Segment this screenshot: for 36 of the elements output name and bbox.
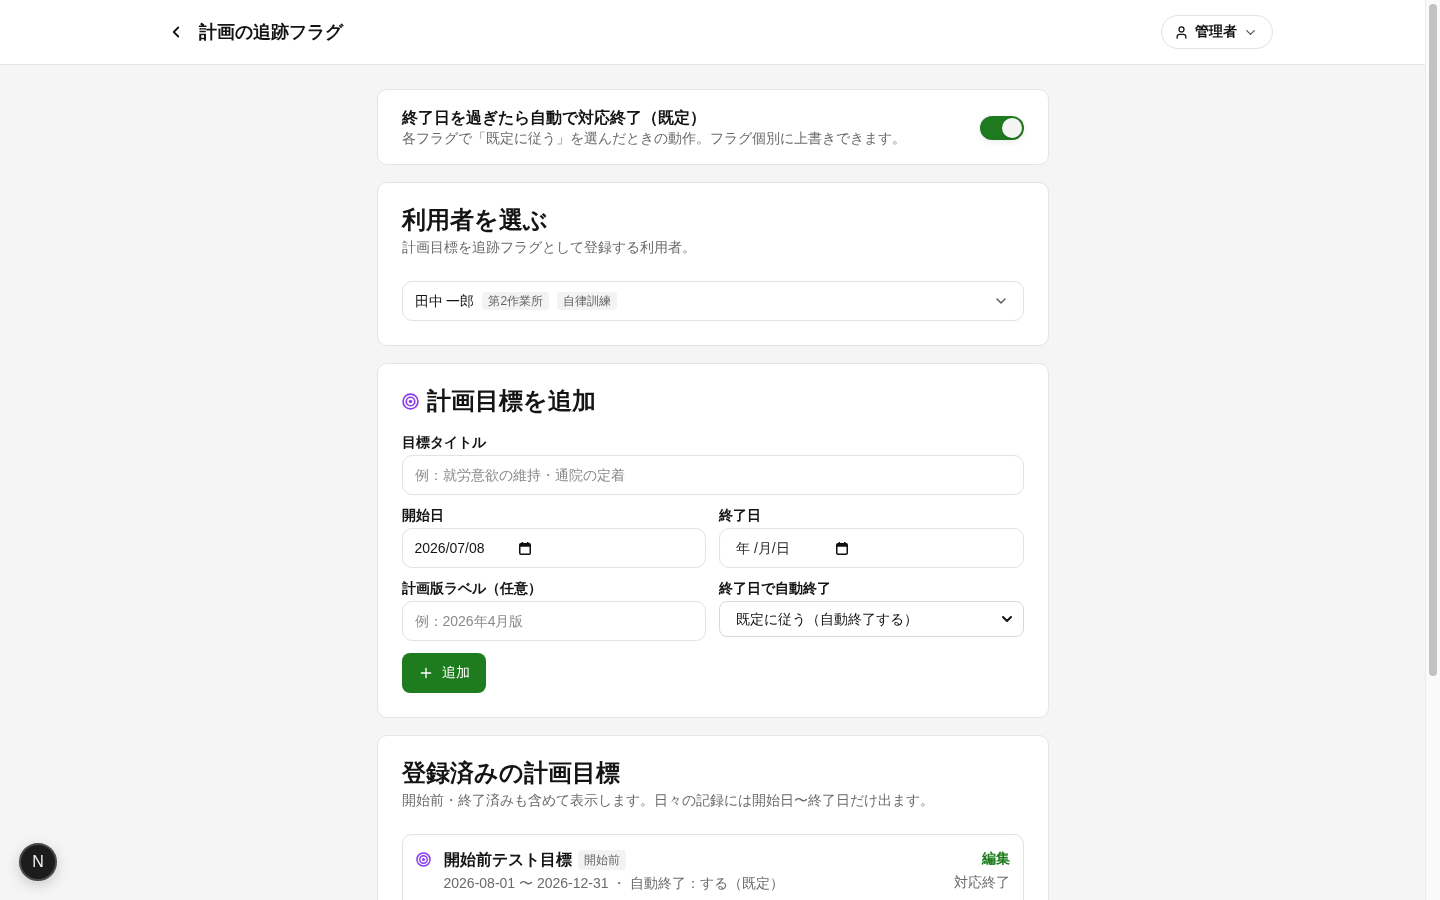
field-label: 終了日で自動終了: [719, 579, 832, 598]
target-icon: [401, 392, 419, 410]
text-field[interactable]: 例：就労意欲の維持・通院の定着: [401, 455, 1024, 495]
status-tag: 開始前: [577, 850, 626, 870]
goal-title: 開始前テスト目標: [443, 850, 572, 870]
select-field[interactable]: 既定に従う（自動終了する）: [719, 601, 1024, 637]
page-title: 計画の追跡フラグ: [198, 21, 343, 44]
card-title: 計画目標を追加: [426, 387, 596, 415]
target-icon: [415, 852, 431, 867]
card-description: 計画目標を追跡フラグとして登録する利用者。: [401, 238, 697, 257]
card-title: 登録済みの計画目標: [401, 759, 621, 787]
text-field[interactable]: 例：2026年4月版: [401, 601, 706, 641]
setting-title: 終了日を過ぎたら自動で対応終了（既定）: [401, 108, 707, 128]
edit-link[interactable]: 編集: [981, 848, 1010, 868]
user-tag: 自律訓練: [557, 292, 618, 310]
field-label: 終了日: [719, 506, 762, 525]
finish-button[interactable]: 対応終了: [953, 872, 1010, 892]
user-menu-button[interactable]: 管理者: [1160, 15, 1273, 49]
add-button[interactable]: 追加: [401, 653, 486, 693]
setting-description: 各フラグで「既定に従う」を選んだときの動作。フラグ個別に上書きできます。: [401, 130, 906, 148]
field-label: 開始日: [401, 506, 445, 525]
card-description: 開始前・終了済みも含めて表示します。日々の記録には開始日〜終了日だけ出ます。: [401, 791, 935, 810]
user-icon: [1173, 24, 1189, 40]
user-select[interactable]: 田中 一郎 第2作業所 自律訓練: [401, 281, 1024, 321]
card-title: 利用者を選ぶ: [401, 206, 549, 234]
date-field[interactable]: 2026/07/08: [401, 528, 706, 568]
auto-close-toggle[interactable]: [979, 116, 1024, 140]
goal-meta: 2026-08-01 〜 2026-12-31 ・ 自動終了：する（既定）: [443, 874, 786, 893]
date-field[interactable]: 年 /月/日: [719, 528, 1024, 568]
field-label: 目標タイトル: [401, 433, 487, 452]
user-name: 田中 一郎: [414, 292, 475, 311]
field-label: 計画版ラベル（任意）: [401, 579, 543, 598]
scrollbar[interactable]: [1425, 0, 1440, 900]
user-tag: 第2作業所: [482, 292, 550, 310]
calendar-icon[interactable]: [836, 541, 848, 555]
calendar-icon[interactable]: [518, 541, 531, 555]
